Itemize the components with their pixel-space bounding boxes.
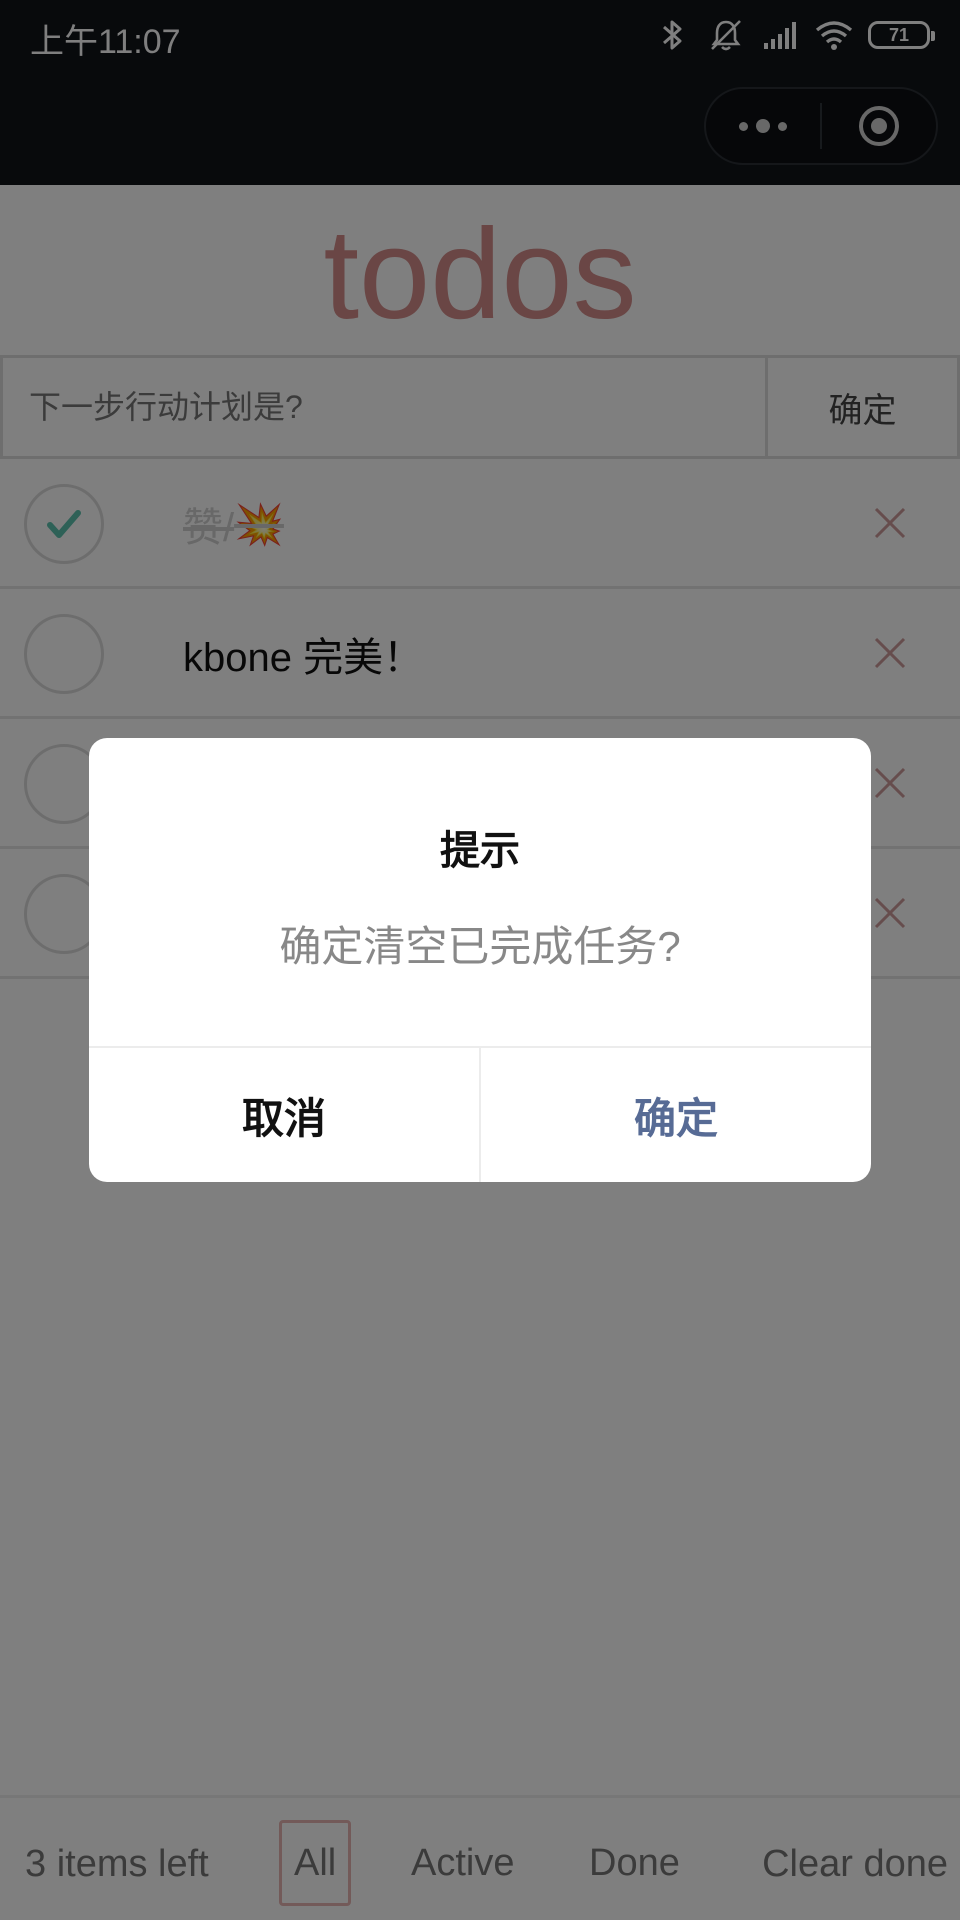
confirm-button[interactable]: 确定 bbox=[481, 1048, 871, 1182]
dialog-actions: 取消 确定 bbox=[89, 1046, 871, 1182]
dialog-message: 确定清空已完成任务? bbox=[279, 923, 681, 970]
dialog-title: 提示 bbox=[440, 829, 520, 873]
cancel-button[interactable]: 取消 bbox=[89, 1048, 481, 1182]
confirm-dialog: 提示 确定清空已完成任务? 取消 确定 bbox=[89, 738, 871, 1182]
